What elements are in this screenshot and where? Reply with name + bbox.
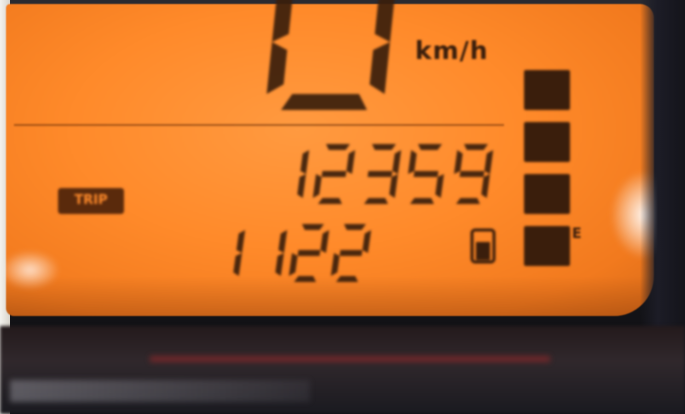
segment-d: [410, 198, 434, 204]
segment-a: [464, 144, 488, 150]
segment-d: [336, 276, 358, 282]
segment-d: [456, 198, 480, 204]
segment-c: [435, 174, 444, 198]
segment-a: [302, 224, 324, 230]
fuel-pump-icon: [470, 228, 496, 264]
light-glare-left: [0, 250, 60, 290]
odometer-digits: [297, 144, 494, 204]
fuel-empty-label: E: [572, 226, 582, 242]
segment-b: [236, 230, 246, 253]
segment-d: [294, 276, 316, 282]
dashboard-trim: [10, 380, 310, 402]
segment-c: [297, 174, 306, 198]
segment-f: [408, 150, 417, 174]
segment-g: [367, 171, 393, 177]
lcd-divider: [14, 124, 504, 126]
trip-digits: [233, 224, 372, 282]
segment-d: [364, 198, 388, 204]
fuel-bar: [524, 122, 570, 162]
segment-b: [278, 230, 288, 253]
segment-b: [300, 150, 310, 174]
fuel-bar: [524, 226, 570, 266]
segment-a: [372, 144, 396, 150]
segment-a: [344, 224, 366, 230]
segment-g: [297, 250, 321, 256]
segment-g: [339, 250, 363, 256]
dashboard-accent: [150, 356, 550, 362]
segment-b: [392, 150, 402, 174]
segment-b: [346, 150, 356, 174]
speed-digit: [266, 0, 395, 110]
segment-b: [484, 150, 494, 174]
segment-f: [272, 0, 293, 42]
segment-d: [281, 94, 367, 110]
segment-e: [288, 253, 298, 276]
fuel-bar: [524, 174, 570, 214]
trip-badge: TRIP: [58, 188, 124, 214]
segment-c: [369, 42, 390, 94]
segment-g: [413, 171, 439, 177]
segment-d: [318, 198, 342, 204]
segment-c: [481, 174, 490, 198]
segment-g: [459, 171, 485, 177]
fuel-bar: [524, 70, 570, 110]
segment-e: [266, 42, 288, 94]
segment-e: [312, 174, 322, 198]
segment-b: [374, 0, 395, 42]
instrument-photo: 0 km/h 12359 1122 TRIP E: [0, 0, 685, 414]
segment-c: [275, 253, 284, 276]
segment-b: [320, 230, 330, 253]
segment-f: [454, 150, 463, 174]
segment-c: [233, 253, 242, 276]
segment-b: [362, 230, 372, 253]
segment-g: [321, 171, 347, 177]
segment-a: [326, 144, 350, 150]
segment-e: [330, 253, 340, 276]
speed-unit-label: km/h: [415, 36, 489, 65]
segment-a: [418, 144, 442, 150]
segment-c: [389, 174, 398, 198]
